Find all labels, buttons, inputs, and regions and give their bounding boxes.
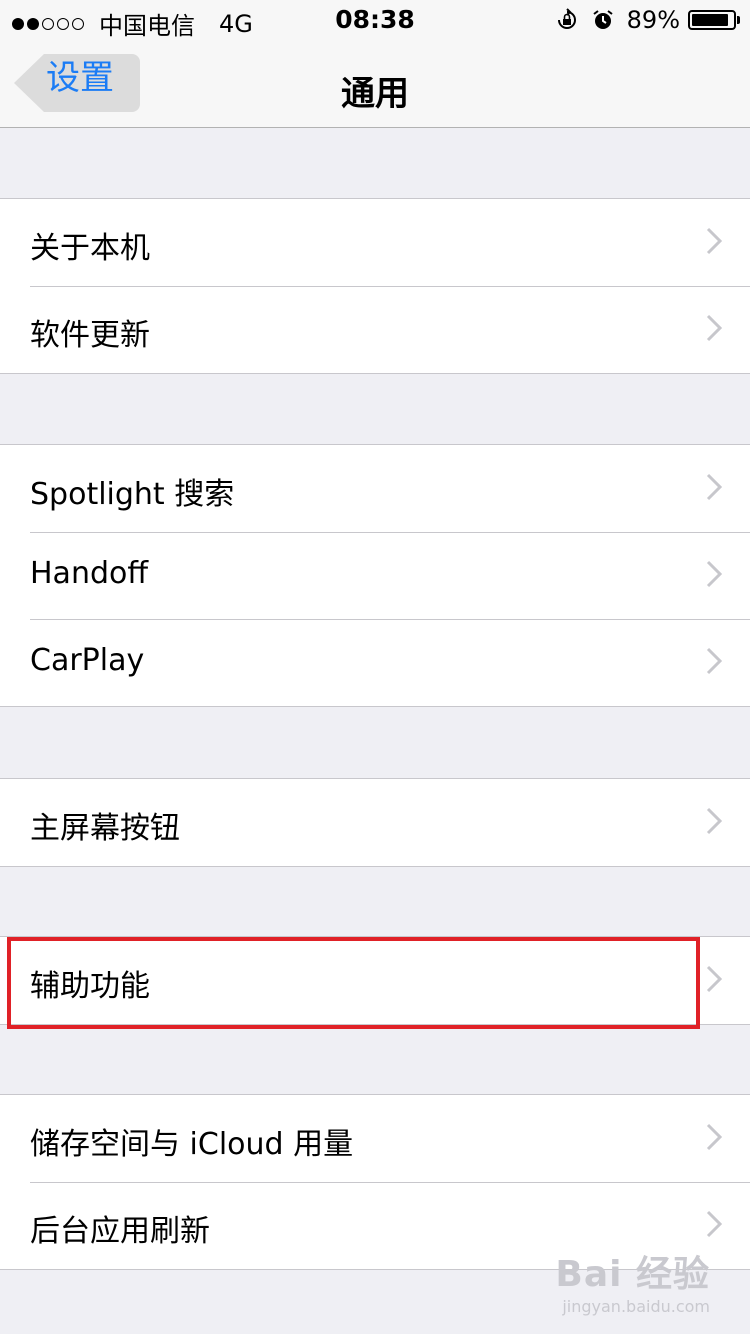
chevron-right-icon: [706, 1210, 722, 1238]
chevron-right-icon: [706, 965, 722, 993]
settings-row-home-button[interactable]: 主屏幕按钮: [0, 779, 750, 866]
row-label: CarPlay: [30, 643, 145, 678]
settings-row-spotlight[interactable]: Spotlight 搜索: [0, 445, 750, 532]
chevron-right-icon: [706, 1123, 722, 1151]
alarm-icon: [593, 10, 613, 29]
row-label: Spotlight 搜索: [30, 477, 235, 512]
chevron-right-icon: [706, 647, 722, 675]
chevron-right-icon: [706, 227, 722, 255]
settings-group: Spotlight 搜索 Handoff CarPlay: [0, 444, 750, 707]
status-right: 89%: [555, 6, 740, 34]
row-label: 关于本机: [30, 231, 150, 266]
settings-group: 储存空间与 iCloud 用量 后台应用刷新: [0, 1094, 750, 1270]
row-label: 后台应用刷新: [30, 1214, 210, 1249]
watermark: Bai 经验 jingyan.baidu.com: [555, 1245, 710, 1316]
orientation-lock-icon: [557, 8, 576, 29]
watermark-logo: Bai 经验: [555, 1254, 710, 1295]
battery-fill: [692, 14, 728, 26]
settings-group: 关于本机 软件更新: [0, 198, 750, 374]
battery-percent: 89%: [626, 6, 680, 34]
row-label: 主屏幕按钮: [30, 811, 180, 846]
navigation-bar: 设置 通用: [0, 40, 750, 128]
settings-row-about[interactable]: 关于本机: [0, 199, 750, 286]
row-label: 软件更新: [30, 318, 150, 353]
watermark-url: jingyan.baidu.com: [562, 1297, 710, 1316]
page-title: 通用: [341, 74, 409, 114]
settings-row-handoff[interactable]: Handoff: [0, 532, 750, 619]
settings-row-carplay[interactable]: CarPlay: [0, 619, 750, 706]
chevron-right-icon: [706, 560, 722, 588]
settings-group: 主屏幕按钮: [0, 778, 750, 867]
status-bar: 中国电信 4G 08:38 89%: [0, 0, 750, 40]
settings-row-accessibility[interactable]: 辅助功能: [0, 937, 750, 1024]
row-label: Handoff: [30, 556, 149, 591]
settings-row-storage-icloud[interactable]: 储存空间与 iCloud 用量: [0, 1095, 750, 1182]
settings-group: 辅助功能: [0, 936, 750, 1025]
battery-icon: [688, 10, 740, 30]
row-label: 辅助功能: [30, 969, 150, 1004]
row-label: 储存空间与 iCloud 用量: [30, 1127, 354, 1162]
chevron-right-icon: [706, 807, 722, 835]
settings-row-software-update[interactable]: 软件更新: [0, 286, 750, 373]
chevron-right-icon: [706, 473, 722, 501]
chevron-right-icon: [706, 314, 722, 342]
